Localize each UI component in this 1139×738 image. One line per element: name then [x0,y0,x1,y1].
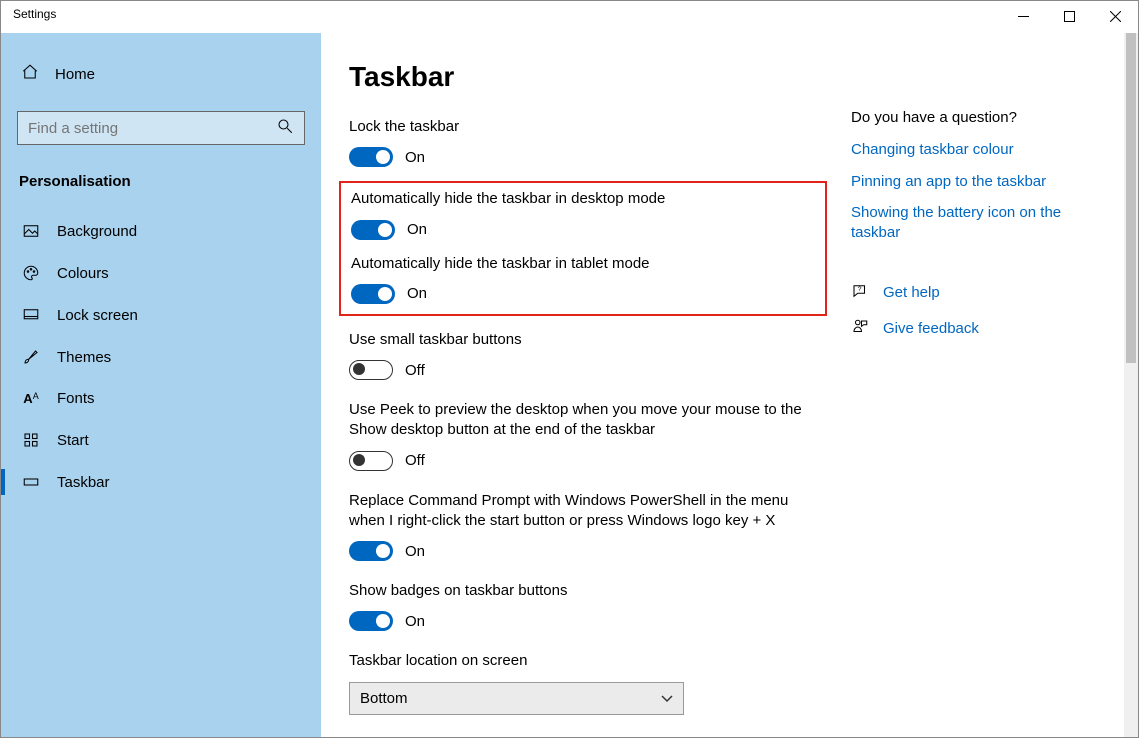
toggle-powershell[interactable] [349,541,393,561]
setting-label: Show badges on taskbar buttons [349,581,817,601]
toggle-lock-taskbar[interactable] [349,147,393,167]
home-button[interactable]: Home [1,53,321,95]
toggle-hide-tablet[interactable] [351,284,395,304]
toggle-peek[interactable] [349,451,393,471]
font-icon: AA [21,391,41,406]
search-field[interactable] [28,120,276,137]
setting-label: Automatically hide the taskbar in deskto… [351,189,815,209]
sidebar: Home Personalisation Background Colours … [1,33,321,737]
setting-label: Use small taskbar buttons [349,330,817,350]
palette-icon [21,264,41,282]
sidebar-item-start[interactable]: Start [1,419,321,461]
sidebar-item-colours[interactable]: Colours [1,252,321,294]
help-icon: ? [851,282,869,304]
help-link[interactable]: Changing taskbar colour [851,140,1101,160]
main-content: Taskbar Lock the taskbar On Automaticall… [321,33,841,737]
sidebar-item-taskbar[interactable]: Taskbar [1,461,321,503]
help-link[interactable]: Showing the battery icon on the taskbar [851,203,1101,242]
sidebar-item-lock-screen[interactable]: Lock screen [1,294,321,336]
get-help-link[interactable]: Get help [883,283,940,303]
toggle-state: On [407,285,427,302]
setting-label: Use Peek to preview the desktop when you… [349,400,817,441]
image-icon [21,222,41,240]
sidebar-item-label: Background [57,223,137,240]
toggle-badges[interactable] [349,611,393,631]
search-input[interactable] [17,111,305,145]
home-icon [21,63,39,85]
toggle-state: On [407,221,427,238]
highlight-annotation: Automatically hide the taskbar in deskto… [339,181,827,316]
scrollbar[interactable] [1124,33,1138,737]
help-question: Do you have a question? [851,109,1101,126]
toggle-state: On [405,543,425,560]
section-title: Personalisation [1,165,321,210]
toggle-state: Off [405,452,425,469]
sidebar-item-label: Colours [57,265,109,282]
toggle-hide-desktop[interactable] [351,220,395,240]
chevron-down-icon [661,691,673,706]
dropdown-value: Bottom [360,690,408,707]
brush-icon [21,348,41,366]
sidebar-item-themes[interactable]: Themes [1,336,321,378]
grid-icon [21,431,41,449]
dropdown-taskbar-location[interactable]: Bottom [349,682,684,715]
feedback-icon [851,318,869,340]
sidebar-item-label: Start [57,432,89,449]
sidebar-item-label: Taskbar [57,474,110,491]
search-icon [276,117,294,140]
svg-text:?: ? [858,286,862,293]
minimize-button[interactable] [1000,1,1046,31]
give-feedback-link[interactable]: Give feedback [883,319,979,339]
sidebar-item-label: Lock screen [57,307,138,324]
maximize-button[interactable] [1046,1,1092,31]
help-link[interactable]: Pinning an app to the taskbar [851,172,1101,192]
sidebar-item-label: Themes [57,349,111,366]
sidebar-item-label: Fonts [57,390,95,407]
page-title: Taskbar [349,61,817,93]
taskbar-icon [21,473,41,491]
close-button[interactable] [1092,1,1138,31]
scrollbar-thumb[interactable] [1126,33,1136,363]
toggle-state: On [405,149,425,166]
toggle-state: On [405,613,425,630]
toggle-state: Off [405,362,425,379]
setting-label: Replace Command Prompt with Windows Powe… [349,491,817,532]
setting-label: Taskbar location on screen [349,651,817,671]
toggle-small-buttons[interactable] [349,360,393,380]
setting-label: Combine taskbar buttons [349,735,817,738]
monitor-icon [21,306,41,324]
setting-label: Automatically hide the taskbar in tablet… [351,254,815,274]
side-panel: Do you have a question? Changing taskbar… [841,33,1121,737]
sidebar-item-background[interactable]: Background [1,210,321,252]
home-label: Home [55,66,95,83]
sidebar-item-fonts[interactable]: AA Fonts [1,378,321,419]
setting-label: Lock the taskbar [349,117,817,137]
window-title: Settings [1,1,68,27]
